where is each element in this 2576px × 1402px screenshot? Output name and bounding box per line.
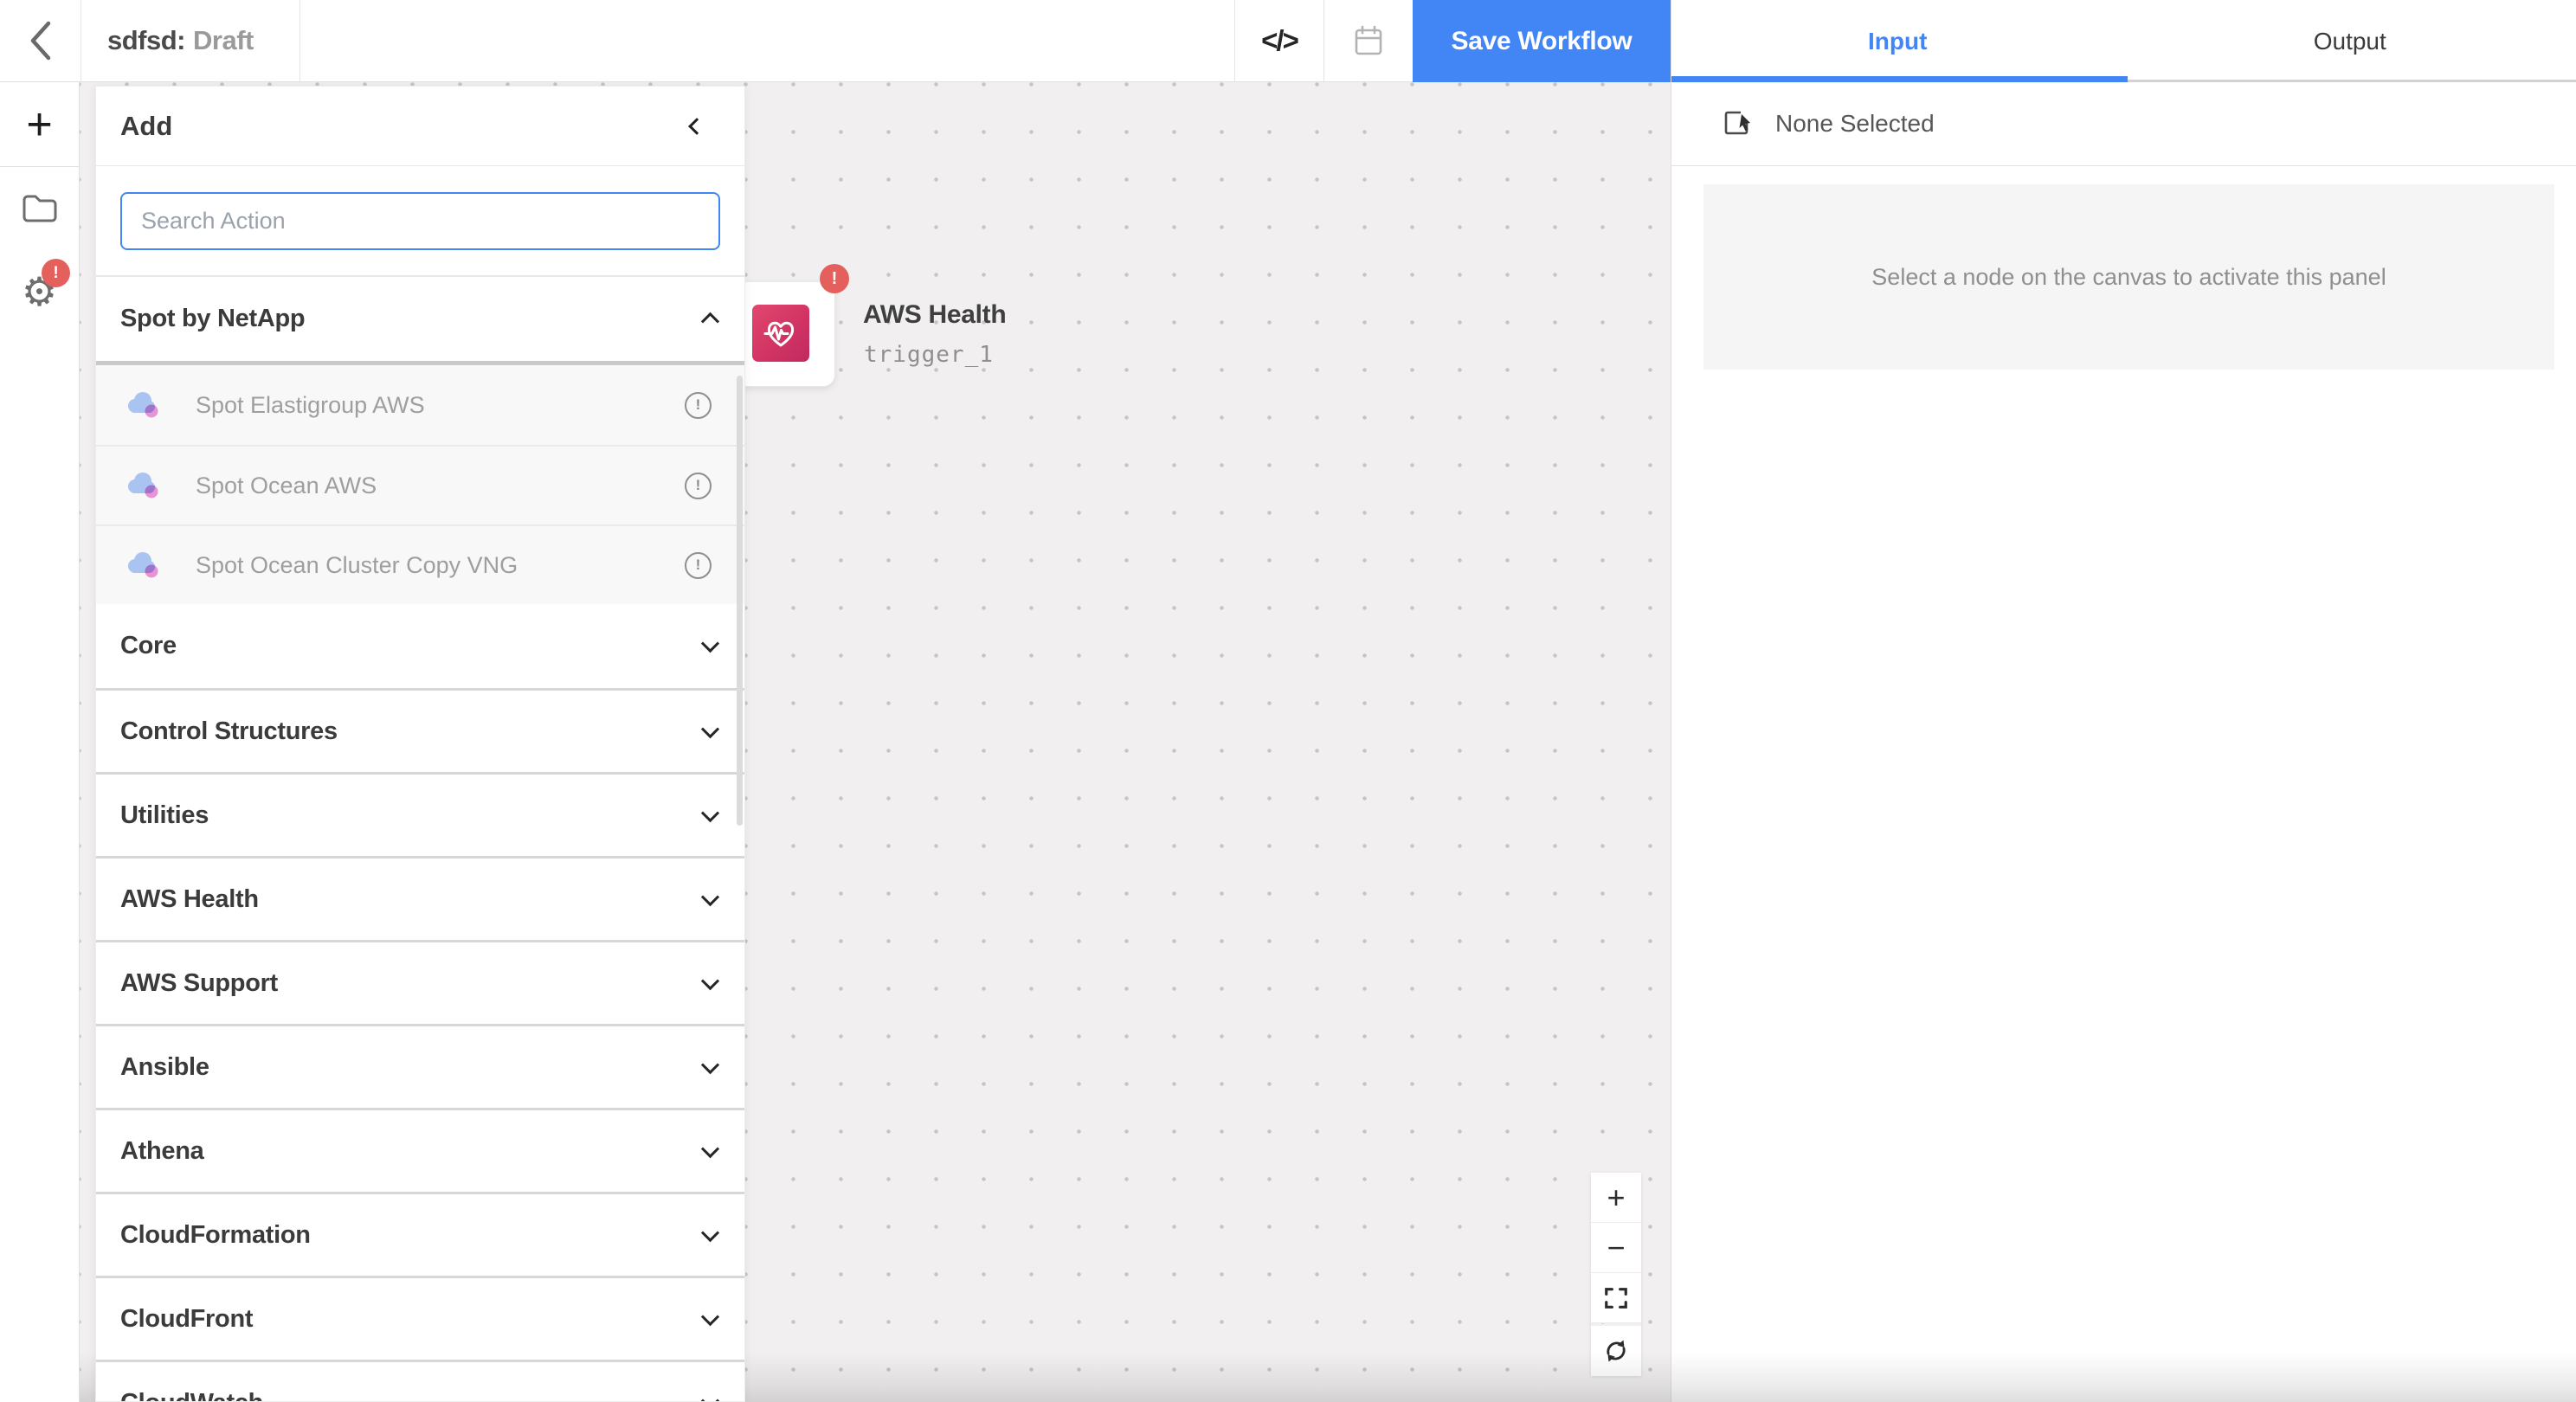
empty-state-hint: Select a node on the canvas to activate …	[1871, 264, 2386, 291]
refresh-icon	[1602, 1337, 1630, 1365]
collapse-panel-button[interactable]	[688, 118, 705, 135]
section-cloudwatch[interactable]: CloudWatch	[96, 1360, 744, 1402]
left-rail: + ⚙ !	[0, 82, 80, 1402]
settings-button[interactable]: ⚙ !	[0, 250, 79, 333]
search-action-input[interactable]	[120, 192, 720, 250]
chevron-up-icon	[701, 312, 719, 331]
aws-health-node-icon	[752, 305, 809, 362]
section-cloudfront[interactable]: CloudFront	[96, 1276, 744, 1360]
code-icon: </>	[1261, 24, 1298, 57]
add-action-panel: Add Spot by NetApp Spot Elastigroup AWS	[95, 86, 745, 1402]
section-athena[interactable]: Athena	[96, 1108, 744, 1192]
empty-state-box: Select a node on the canvas to activate …	[1703, 184, 2554, 370]
workflow-name: sdfsd:	[107, 25, 185, 56]
select-cursor-icon	[1722, 108, 1753, 139]
add-node-button[interactable]: +	[0, 82, 79, 167]
section-cloudformation[interactable]: CloudFormation	[96, 1192, 744, 1276]
section-ansible[interactable]: Ansible	[96, 1024, 744, 1108]
info-icon[interactable]: !	[685, 473, 712, 499]
none-selected-label: None Selected	[1775, 110, 1935, 138]
panel-scrollbar[interactable]	[737, 376, 743, 826]
spot-cloud-icon	[125, 470, 162, 501]
save-workflow-button[interactable]: Save Workflow	[1413, 0, 1671, 82]
calendar-icon	[1354, 25, 1383, 56]
chevron-down-icon	[701, 972, 719, 990]
files-button[interactable]	[0, 167, 79, 250]
schedule-button[interactable]	[1323, 0, 1413, 81]
selection-status-row: None Selected	[1671, 82, 2576, 166]
folder-icon	[21, 193, 59, 224]
settings-alert-badge: !	[42, 259, 70, 287]
heartbeat-icon	[762, 314, 800, 352]
node-id: trigger_1	[864, 342, 994, 368]
action-item-spot-ocean-cluster-copy-vng[interactable]: Spot Ocean Cluster Copy VNG !	[96, 524, 744, 604]
section-aws-support[interactable]: AWS Support	[96, 940, 744, 1024]
search-row	[96, 166, 744, 277]
chevron-down-icon	[701, 1308, 719, 1326]
canvas-controls: + −	[1591, 1173, 1641, 1376]
zoom-in-button[interactable]: +	[1591, 1173, 1641, 1223]
top-bar: sdfsd: Draft </> Save Workflow	[0, 0, 1671, 82]
node-details-panel: Input Output None Selected Select a node…	[1671, 0, 2576, 1402]
code-view-button[interactable]: </>	[1234, 0, 1323, 81]
chevron-down-icon	[701, 720, 719, 738]
fit-view-button[interactable]	[1591, 1273, 1641, 1323]
active-tab-indicator	[1671, 76, 2128, 82]
spot-cloud-icon	[125, 389, 162, 421]
back-button[interactable]	[0, 0, 81, 81]
topbar-spacer	[300, 0, 1234, 81]
section-spot-by-netapp[interactable]: Spot by NetApp	[96, 277, 744, 361]
fit-view-icon	[1603, 1285, 1629, 1311]
chevron-down-icon	[701, 888, 719, 906]
node-title: AWS Health	[863, 300, 1006, 330]
action-item-spot-ocean-aws[interactable]: Spot Ocean AWS !	[96, 445, 744, 524]
workflow-status: Draft	[193, 25, 254, 56]
info-icon[interactable]: !	[685, 392, 712, 419]
chevron-down-icon	[701, 804, 719, 822]
chevron-down-icon	[701, 1056, 719, 1074]
section-aws-health[interactable]: AWS Health	[96, 856, 744, 940]
section-utilities[interactable]: Utilities	[96, 772, 744, 856]
tab-output[interactable]: Output	[2124, 0, 2576, 82]
info-icon[interactable]: !	[685, 552, 712, 579]
node-error-badge: !	[820, 264, 849, 293]
io-tabs: Input Output	[1671, 0, 2576, 82]
section-control-structures[interactable]: Control Structures	[96, 688, 744, 772]
chevron-down-icon	[701, 1392, 719, 1402]
workflow-title: sdfsd: Draft	[81, 0, 300, 81]
reset-view-button[interactable]	[1591, 1326, 1641, 1376]
chevron-left-icon	[26, 19, 55, 62]
workflow-editor-app: sdfsd: Draft </> Save Workflow + ⚙ !	[0, 0, 2576, 1402]
spot-cloud-icon	[125, 550, 162, 581]
inactive-tab-underline	[2128, 80, 2576, 82]
chevron-down-icon	[701, 1224, 719, 1242]
chevron-down-icon	[701, 1140, 719, 1158]
tab-input[interactable]: Input	[1671, 0, 2124, 82]
chevron-down-icon	[701, 634, 719, 653]
section-core[interactable]: Core	[96, 604, 744, 688]
zoom-out-button[interactable]: −	[1591, 1223, 1641, 1273]
add-panel-title: Add	[120, 111, 691, 142]
action-item-spot-elastigroup-aws[interactable]: Spot Elastigroup AWS !	[96, 365, 744, 445]
add-panel-header: Add	[96, 87, 744, 166]
